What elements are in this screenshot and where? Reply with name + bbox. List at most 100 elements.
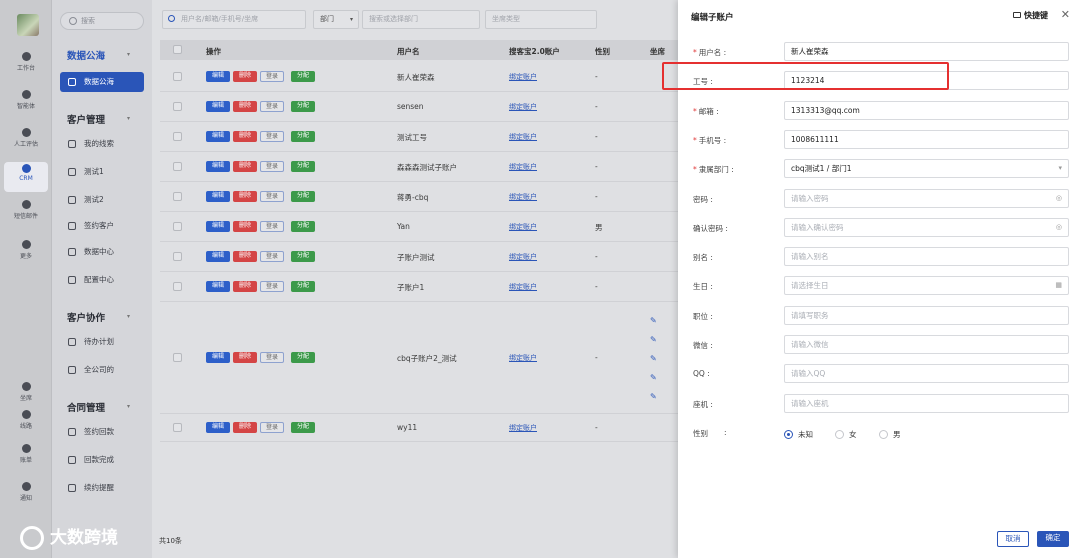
login-button[interactable]: 登录 <box>260 422 284 433</box>
edit-button[interactable]: 编辑 <box>206 101 230 112</box>
login-button[interactable]: 登录 <box>260 251 284 262</box>
login-button[interactable]: 登录 <box>260 352 284 363</box>
row-checkbox[interactable] <box>173 353 182 362</box>
nav-section-title[interactable]: 合同管理 ▾ <box>67 400 130 414</box>
field-input[interactable]: 请输入座机 <box>784 394 1069 413</box>
assign-button[interactable]: 分配 <box>291 251 315 262</box>
edit-button[interactable]: 编辑 <box>206 422 230 433</box>
nav-section-title[interactable]: 客户协作 ▾ <box>67 310 130 324</box>
rail-item-6[interactable]: 坐席 <box>4 380 48 410</box>
delete-button[interactable]: 删除 <box>233 251 257 262</box>
eye-off-icon[interactable]: ◎ <box>1056 219 1062 236</box>
login-button[interactable]: 登录 <box>260 101 284 112</box>
field-input[interactable]: 请选择生日 ▦ <box>784 276 1069 295</box>
edit-seat-icon[interactable]: ✎ <box>650 335 657 344</box>
field-input[interactable]: cbq测试1 / 部门1 ▾ <box>784 159 1069 178</box>
row-checkbox[interactable] <box>173 132 182 141</box>
rail-item-0[interactable]: 工作台 <box>4 50 48 80</box>
assign-button[interactable]: 分配 <box>291 352 315 363</box>
field-input[interactable]: 请输入别名 <box>784 247 1069 266</box>
bind-account-link[interactable]: 绑定账户 <box>509 102 537 112</box>
rail-item-7[interactable]: 线路 <box>4 408 48 438</box>
delete-button[interactable]: 删除 <box>233 101 257 112</box>
login-button[interactable]: 登录 <box>260 221 284 232</box>
row-checkbox[interactable] <box>173 282 182 291</box>
chevron-down-icon[interactable]: ▾ <box>1058 160 1062 177</box>
edit-button[interactable]: 编辑 <box>206 281 230 292</box>
field-input[interactable]: 请输入密码 ◎ <box>784 189 1069 208</box>
field-input[interactable]: 1313313@qq.com <box>784 101 1069 120</box>
gender-radio[interactable]: 未知 <box>784 429 813 440</box>
login-button[interactable]: 登录 <box>260 281 284 292</box>
edit-button[interactable]: 编辑 <box>206 352 230 363</box>
delete-button[interactable]: 删除 <box>233 71 257 82</box>
delete-button[interactable]: 删除 <box>233 191 257 202</box>
delete-button[interactable]: 删除 <box>233 131 257 142</box>
bind-account-link[interactable]: 绑定账户 <box>509 423 537 433</box>
dept-select[interactable]: 部门 ▾ <box>313 10 359 29</box>
bind-account-link[interactable]: 绑定账户 <box>509 162 537 172</box>
bind-account-link[interactable]: 绑定账户 <box>509 282 537 292</box>
edit-seat-icon[interactable]: ✎ <box>650 373 657 382</box>
row-checkbox[interactable] <box>173 222 182 231</box>
field-input[interactable]: 请输入QQ <box>784 364 1069 383</box>
delete-button[interactable]: 删除 <box>233 422 257 433</box>
edit-seat-icon[interactable]: ✎ <box>650 354 657 363</box>
edit-seat-icon[interactable]: ✎ <box>650 316 657 325</box>
login-button[interactable]: 登录 <box>260 191 284 202</box>
nav-item[interactable]: 回款完成 <box>60 450 144 470</box>
assign-button[interactable]: 分配 <box>291 221 315 232</box>
rail-item-5[interactable]: 更多 <box>4 238 48 268</box>
bind-account-link[interactable]: 绑定账户 <box>509 192 537 202</box>
select-all-checkbox[interactable] <box>173 45 182 54</box>
bind-account-link[interactable]: 绑定账户 <box>509 353 537 363</box>
nav-item[interactable]: 我的线索 <box>60 134 144 154</box>
assign-button[interactable]: 分配 <box>291 191 315 202</box>
login-button[interactable]: 登录 <box>260 161 284 172</box>
nav-item[interactable]: 数据公海 <box>60 72 144 92</box>
edit-button[interactable]: 编辑 <box>206 251 230 262</box>
field-input[interactable]: 请填写职务 <box>784 306 1069 325</box>
login-button[interactable]: 登录 <box>260 131 284 142</box>
assign-button[interactable]: 分配 <box>291 131 315 142</box>
eye-off-icon[interactable]: ◎ <box>1056 190 1062 207</box>
row-checkbox[interactable] <box>173 72 182 81</box>
delete-button[interactable]: 删除 <box>233 281 257 292</box>
edit-seat-icon[interactable]: ✎ <box>650 392 657 401</box>
rail-item-8[interactable]: 账单 <box>4 442 48 472</box>
delete-button[interactable]: 删除 <box>233 161 257 172</box>
nav-item[interactable]: 测试1 <box>60 162 144 182</box>
avatar[interactable] <box>17 14 39 36</box>
edit-button[interactable]: 编辑 <box>206 221 230 232</box>
row-checkbox[interactable] <box>173 162 182 171</box>
cancel-button[interactable]: 取消 <box>997 531 1029 547</box>
gender-radio[interactable]: 男 <box>879 429 901 440</box>
nav-item[interactable]: 全公司的 <box>60 360 144 380</box>
nav-item[interactable]: 数据中心 <box>60 242 144 262</box>
bind-account-link[interactable]: 绑定账户 <box>509 252 537 262</box>
nav-item[interactable]: 测试2 <box>60 190 144 210</box>
seat-type-select[interactable]: 坐席类型 <box>485 10 597 29</box>
assign-button[interactable]: 分配 <box>291 161 315 172</box>
edit-button[interactable]: 编辑 <box>206 161 230 172</box>
login-button[interactable]: 登录 <box>260 71 284 82</box>
edit-button[interactable]: 编辑 <box>206 191 230 202</box>
calendar-icon[interactable]: ▦ <box>1055 277 1062 294</box>
nav-item[interactable]: 续约提醒 <box>60 478 144 498</box>
gender-radio[interactable]: 女 <box>835 429 857 440</box>
field-input[interactable]: 请输入微信 <box>784 335 1069 354</box>
rail-item-2[interactable]: 人工评估 <box>4 126 48 156</box>
close-icon[interactable]: ✕ <box>1061 8 1070 21</box>
bind-account-link[interactable]: 绑定账户 <box>509 132 537 142</box>
nav-item[interactable]: 签约回款 <box>60 422 144 442</box>
row-checkbox[interactable] <box>173 252 182 261</box>
nav-item[interactable]: 配置中心 <box>60 270 144 290</box>
row-checkbox[interactable] <box>173 423 182 432</box>
nav-item[interactable]: 待办计划 <box>60 332 144 352</box>
bind-account-link[interactable]: 绑定账户 <box>509 222 537 232</box>
rail-item-9[interactable]: 通知 <box>4 480 48 510</box>
assign-button[interactable]: 分配 <box>291 71 315 82</box>
rail-item-1[interactable]: 智能体 <box>4 88 48 118</box>
assign-button[interactable]: 分配 <box>291 422 315 433</box>
delete-button[interactable]: 删除 <box>233 352 257 363</box>
